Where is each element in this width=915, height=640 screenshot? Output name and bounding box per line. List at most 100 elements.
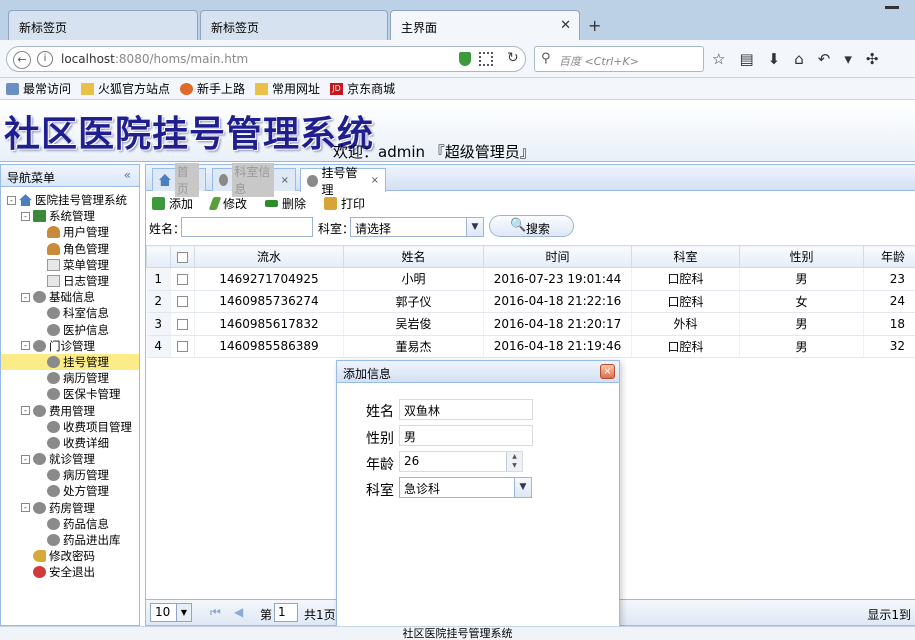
home-icon[interactable]: ⌂	[794, 50, 804, 68]
reading-list-icon[interactable]: ▤	[739, 50, 753, 68]
sidebar-item[interactable]: - 基础信息	[1, 289, 139, 305]
age-field[interactable]: 26 ▲ ▼	[399, 451, 523, 472]
sidebar-item[interactable]: 科室信息	[1, 305, 139, 321]
department-select[interactable]: 请选择 ▼	[350, 217, 484, 237]
sidebar-item[interactable]: 修改密码	[1, 548, 139, 564]
sidebar-item[interactable]: 收费项目管理	[1, 419, 139, 435]
column-header[interactable]: 时间	[483, 245, 632, 268]
sidebar-item[interactable]: - 就诊管理	[1, 451, 139, 467]
sidebar-item[interactable]: 医护信息	[1, 322, 139, 338]
table-row[interactable]: 4 1460985586389 董易杰 2016-04-18 21:19:46 口腔科男…	[146, 335, 915, 358]
dropdown-icon[interactable]: ▾	[844, 50, 852, 68]
sidebar-item[interactable]: - 门诊管理	[1, 338, 139, 354]
name-field[interactable]: 双鱼林	[399, 399, 533, 420]
column-header[interactable]: 流水	[194, 245, 344, 268]
first-page-icon[interactable]: ⏮	[210, 605, 221, 620]
chevron-down-icon[interactable]: ▼	[466, 218, 483, 236]
edit-button[interactable]: 修改	[208, 196, 247, 211]
bookmark-item[interactable]: 常用网址	[255, 81, 320, 96]
chevron-down-icon[interactable]: ▼	[514, 478, 531, 497]
column-header[interactable]: 年龄	[863, 245, 915, 268]
prev-page-icon[interactable]: ◀	[234, 605, 243, 619]
select-all-checkbox-cell[interactable]	[170, 245, 195, 268]
tab-home[interactable]: 首页	[152, 163, 206, 197]
sidebar-item[interactable]: 医保卡管理	[1, 386, 139, 402]
star-icon[interactable]: ☆	[712, 50, 725, 68]
sidebar-item[interactable]: 收费详细	[1, 435, 139, 451]
table-row[interactable]: 3 1460985617832 吴岩俊 2016-04-18 21:20:17 外科男 1…	[146, 312, 915, 336]
close-icon[interactable]: ×	[281, 175, 289, 186]
row-checkbox-cell[interactable]	[170, 290, 195, 313]
row-checkbox[interactable]	[177, 318, 188, 330]
row-checkbox[interactable]	[177, 273, 188, 285]
chevron-down-icon[interactable]: ▼	[176, 604, 191, 621]
sidebar-item[interactable]: 处方管理	[1, 483, 139, 499]
tab-registration[interactable]: 挂号管理 ×	[300, 166, 386, 197]
bookmark-item[interactable]: 新手上路	[180, 81, 245, 96]
browser-tab-2[interactable]: 新标签页	[200, 10, 388, 40]
extension-icon[interactable]: ✣	[866, 50, 879, 68]
minimize-icon[interactable]	[885, 6, 899, 9]
close-icon[interactable]: ×	[371, 175, 379, 186]
sidebar-item[interactable]: - 药房管理	[1, 500, 139, 516]
sidebar-item[interactable]: - 系统管理	[1, 208, 139, 224]
browser-search[interactable]: ⚲ 百度 <Ctrl+K>	[534, 46, 704, 72]
tab-department-info[interactable]: 科室信息 ×	[212, 163, 296, 197]
name-search-input[interactable]	[181, 217, 313, 237]
sidebar-item[interactable]: 安全退出	[1, 564, 139, 580]
tree-toggle-icon[interactable]: -	[7, 195, 16, 205]
sidebar-item[interactable]: 药品进出库	[1, 532, 139, 548]
print-button[interactable]: 打印	[324, 196, 365, 211]
tree-toggle-icon[interactable]: -	[21, 454, 30, 464]
browser-tab-active[interactable]: 主界面 ✕	[390, 10, 580, 40]
download-icon[interactable]: ⬇	[768, 50, 781, 68]
tree-toggle-icon[interactable]: -	[21, 406, 30, 416]
close-tab-icon[interactable]: ✕	[560, 18, 571, 33]
column-header[interactable]: 姓名	[343, 245, 484, 268]
department-field-select[interactable]: 急诊科 ▼	[399, 477, 532, 498]
browser-tab-1[interactable]: 新标签页	[8, 10, 198, 40]
tree-toggle-icon[interactable]: -	[21, 292, 30, 302]
row-checkbox[interactable]	[177, 341, 188, 353]
sidebar-item[interactable]: 药品信息	[1, 516, 139, 532]
bookmark-item[interactable]: 最常访问	[6, 81, 71, 96]
table-row[interactable]: 2 1460985736274 郭子仪 2016-04-18 21:22:16 口腔科女…	[146, 290, 915, 313]
tree-toggle-icon[interactable]: -	[21, 211, 30, 221]
new-tab-icon[interactable]: +	[588, 16, 601, 35]
info-icon[interactable]: i	[37, 51, 53, 67]
page-size-select[interactable]: 10 ▼	[150, 603, 192, 622]
sidebar-item[interactable]: 病历管理	[1, 467, 139, 483]
select-all-checkbox[interactable]	[177, 251, 188, 263]
spinner-icon[interactable]: ▲ ▼	[506, 452, 522, 471]
row-checkbox[interactable]	[177, 296, 188, 308]
sidebar-item[interactable]: 用户管理	[1, 224, 139, 240]
row-checkbox-cell[interactable]	[170, 335, 195, 358]
close-dialog-icon[interactable]: ×	[600, 364, 615, 379]
row-checkbox-cell[interactable]	[170, 312, 195, 336]
sidebar-item[interactable]: 菜单管理	[1, 257, 139, 273]
search-button[interactable]: 🔍 搜索	[489, 215, 574, 237]
row-checkbox-cell[interactable]	[170, 267, 195, 291]
undo-icon[interactable]: ↶	[818, 50, 831, 68]
url-bar[interactable]: ← i localhost:8080/homs/main.htm ↻	[6, 46, 526, 72]
shield-icon[interactable]	[459, 52, 471, 66]
add-button[interactable]: 添加	[152, 196, 193, 211]
table-row[interactable]: 1 1469271704925 小明 2016-07-23 19:01:44 口腔科男 2…	[146, 267, 915, 291]
column-header[interactable]: 科室	[631, 245, 740, 268]
sidebar-item[interactable]: 日志管理	[1, 273, 139, 289]
reload-icon[interactable]: ↻	[507, 50, 519, 66]
back-icon[interactable]: ←	[13, 51, 31, 69]
bookmark-item[interactable]: JD 京东商城	[330, 81, 395, 96]
bookmark-item[interactable]: 火狐官方站点	[81, 81, 170, 96]
tree-toggle-icon[interactable]: -	[21, 341, 30, 351]
tree-toggle-icon[interactable]: -	[21, 503, 30, 513]
sidebar-item[interactable]: 病历管理	[1, 370, 139, 386]
page-number-input[interactable]: 1	[274, 603, 298, 622]
column-header[interactable]: 性别	[739, 245, 864, 268]
sidebar-item[interactable]: - 费用管理	[1, 402, 139, 418]
sidebar-item[interactable]: 挂号管理	[1, 353, 139, 371]
collapse-icon[interactable]: «	[124, 168, 131, 182]
qrcode-icon[interactable]	[479, 52, 493, 66]
delete-button[interactable]: 删除	[265, 196, 306, 211]
sidebar-item[interactable]: - 医院挂号管理系统	[1, 192, 139, 208]
